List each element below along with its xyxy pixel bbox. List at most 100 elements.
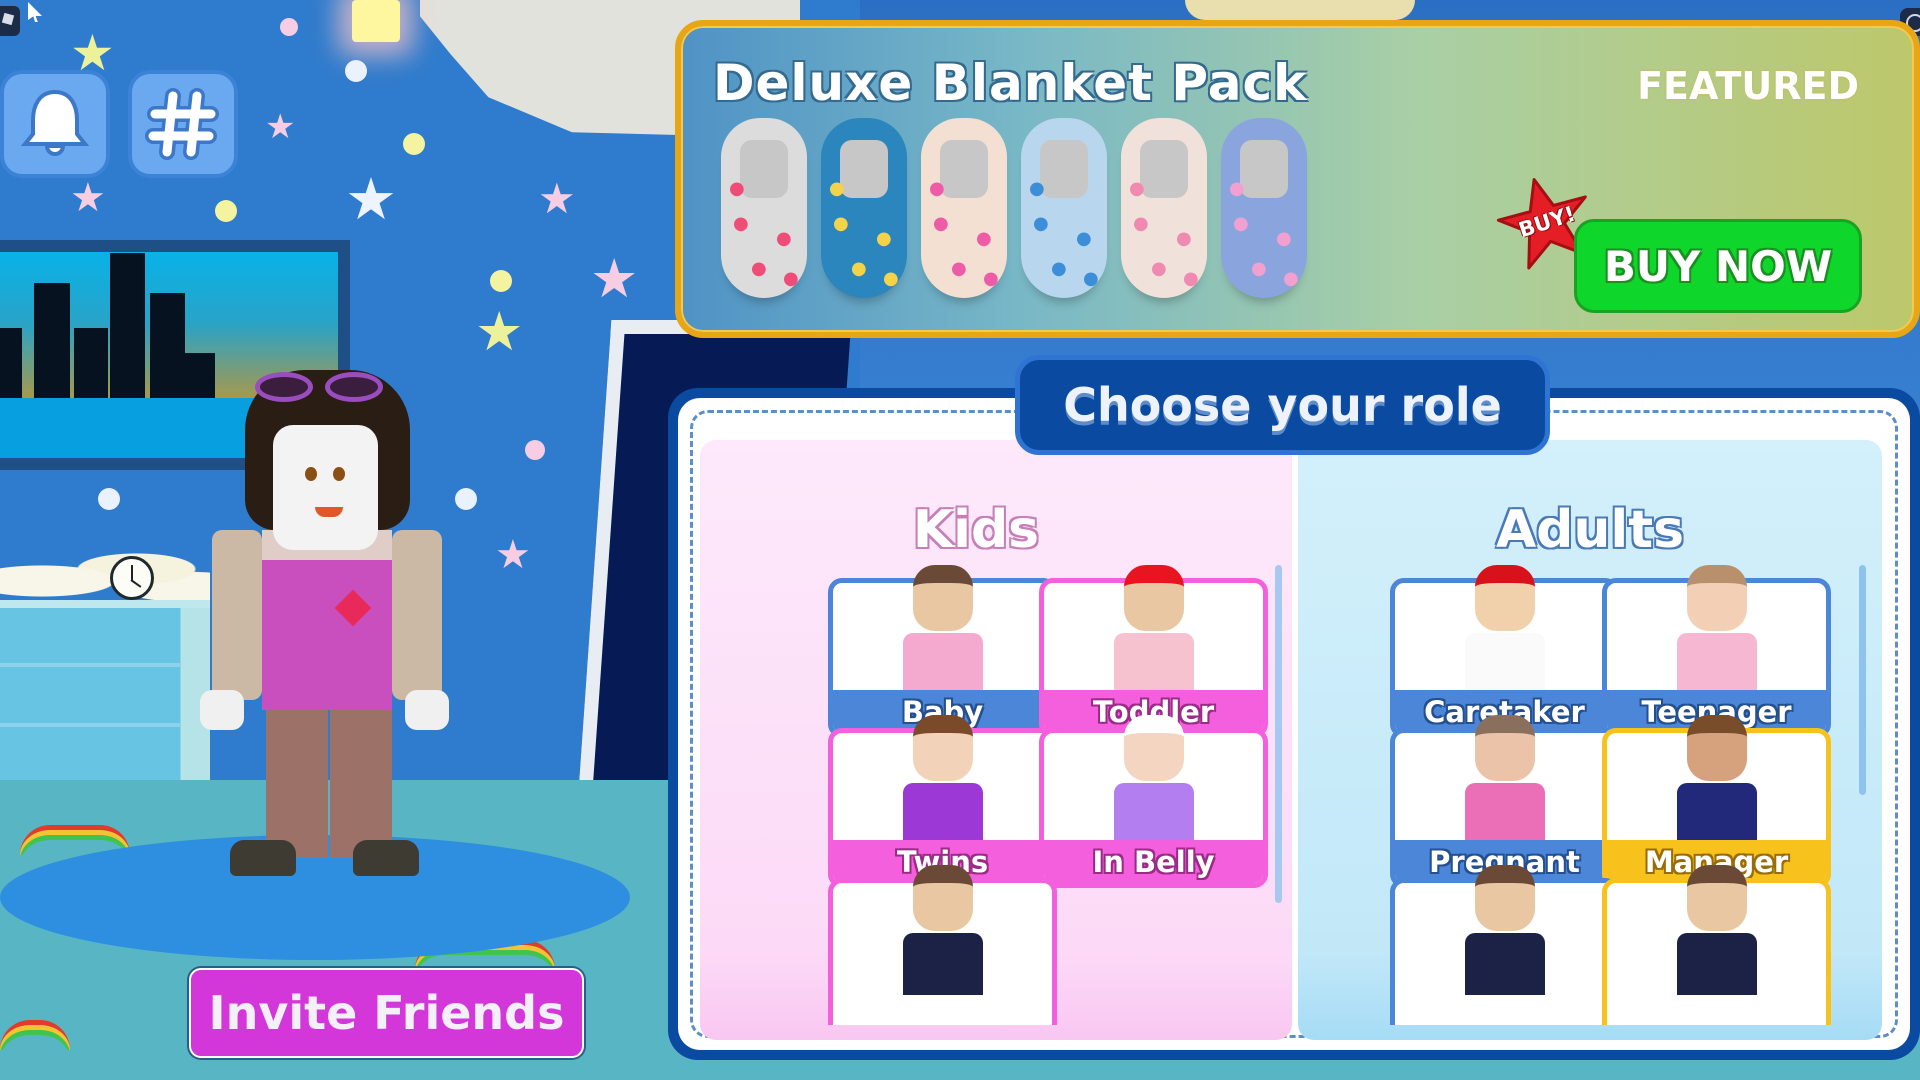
avatar-sunglasses [255,372,390,404]
blanket-pattern: ● [776,228,792,249]
role-chooser-panel: Kids Baby Toddler Twins In Belly Adults Car… [668,388,1920,1060]
role-character-image [1445,705,1565,855]
blanket-pattern: ● [1029,178,1045,199]
blanket-pattern: ● [951,258,967,279]
wall-dot [403,133,425,155]
buy-now-button[interactable]: BUY NOW [1574,219,1862,313]
roblox-logo-icon[interactable] [0,6,20,36]
avatar-arm [392,530,442,700]
adults-role-list[interactable]: Caretaker Teenager Pregnant Manager [1298,560,1882,1025]
avatar-hand [200,690,244,730]
kids-section: Kids Baby Toddler Twins In Belly [700,440,1292,1040]
wall-dot [280,18,298,36]
blanket-pattern: ● [829,178,845,199]
avatar-leg [266,708,328,858]
blanket-pattern: ● [1176,228,1192,249]
invite-friends-button[interactable]: Invite Friends [189,968,584,1058]
role-character-image [1094,705,1214,855]
blanket-pattern: ● [1251,258,1267,279]
avatar-head [273,425,378,550]
blanket-pattern: ● [1033,213,1049,234]
adults-scrollbar[interactable] [1859,565,1866,795]
wall-dot [490,270,512,292]
role-character-image [883,560,1003,705]
blanket-pattern: ● [729,178,745,199]
blanket-pattern: ● [851,258,867,279]
role-character-image [1445,855,1565,1005]
role-card-in-belly[interactable]: In Belly [1039,715,1268,888]
smiley-blanket: ● ● ● ● ● [1121,118,1207,298]
clouds-blanket: ● ● ● ● ● [1021,118,1107,298]
blanket-baby-face [840,140,888,198]
blanket-baby-face [940,140,988,198]
kids-role-list[interactable]: Baby Toddler Twins In Belly [700,560,1292,1025]
blanket-pattern: ● [733,213,749,234]
role-card-label: In Belly [1044,840,1263,883]
role-card-more[interactable] [828,865,1057,1025]
wall-dot [525,440,545,460]
role-character-image [1657,560,1777,705]
wall-star: ★ [495,532,531,578]
avatar-leg [330,708,392,858]
blanket-pattern: ● [883,268,899,289]
player-avatar[interactable] [190,370,470,880]
role-card-more[interactable] [1390,865,1619,1025]
role-character-image [1445,560,1565,705]
blanket-pattern: ● [929,178,945,199]
role-character-image [1657,705,1777,855]
dresser-clutter [0,545,210,605]
blanket-pattern: ● [1233,213,1249,234]
avatar-shoe [353,840,419,876]
blanket-pattern: ● [976,228,992,249]
blanket-pattern: ● [1076,228,1092,249]
blanket-pattern: ● [751,258,767,279]
wall-star: ★ [475,300,524,363]
avatar-torso [262,530,392,710]
hearts-blanket: ● ● ● ● ● [721,118,807,298]
blanket-pattern: ● [833,213,849,234]
hashtag-icon [145,88,219,160]
tags-button[interactable] [128,70,238,178]
blanket-pattern: ● [1129,178,1145,199]
rainbow-blanket: ● ● ● ● ● [1221,118,1307,298]
blanket-pattern: ● [1276,228,1292,249]
kids-heading: Kids [912,500,1040,560]
role-character-image [883,705,1003,855]
blanket-baby-face [1240,140,1288,198]
blanket-pattern: ● [1229,178,1245,199]
alarm-clock [110,556,154,600]
blanket-baby-face [1040,140,1088,198]
featured-badge: FEATURED [1637,64,1859,108]
adults-section: Adults Caretaker Teenager Pregnant Manager [1298,440,1882,1040]
blanket-pattern: ● [876,228,892,249]
wall-dot [215,200,237,222]
role-character-image [883,855,1003,1005]
kids-scrollbar[interactable] [1275,565,1282,903]
choose-role-title: Choose your role [1015,355,1550,455]
avatar-shoe [230,840,296,876]
bell-icon [20,89,90,156]
blanket-pattern: ● [1183,268,1199,289]
wall-star: ★ [590,247,639,310]
blanket-pattern: ● [1083,268,1099,289]
wall-star: ★ [345,165,397,233]
blanket-pattern: ● [1051,258,1067,279]
wall-star: ★ [265,107,296,147]
wall-dot [345,60,367,82]
ceiling-lamp [352,0,400,42]
blanket-pattern: ● [1283,268,1299,289]
role-character-image [1657,855,1777,1005]
adults-heading: Adults [1495,500,1685,560]
featured-banner[interactable]: Deluxe Blanket Pack FEATURED ● ● ● ● ● ● ● ● ● ● ●… [675,20,1920,338]
avatar-hand [405,690,449,730]
ceiling-moon-decal [1185,0,1415,20]
role-card-more[interactable] [1602,865,1831,1025]
blanket-pattern: ● [783,268,799,289]
blanket-pattern: ● [1151,258,1167,279]
blanket-baby-face [740,140,788,198]
blanket-pattern: ● [983,268,999,289]
blanket-pattern: ● [1133,213,1149,234]
flowers-blanket: ● ● ● ● ● [921,118,1007,298]
notifications-button[interactable] [0,70,110,178]
blanket-preview-list: ● ● ● ● ● ● ● ● ● ● ● ● ● ● ● ● ● ● ● ● ● ● ● ● ● ● ● ● ● ● [721,118,1307,298]
